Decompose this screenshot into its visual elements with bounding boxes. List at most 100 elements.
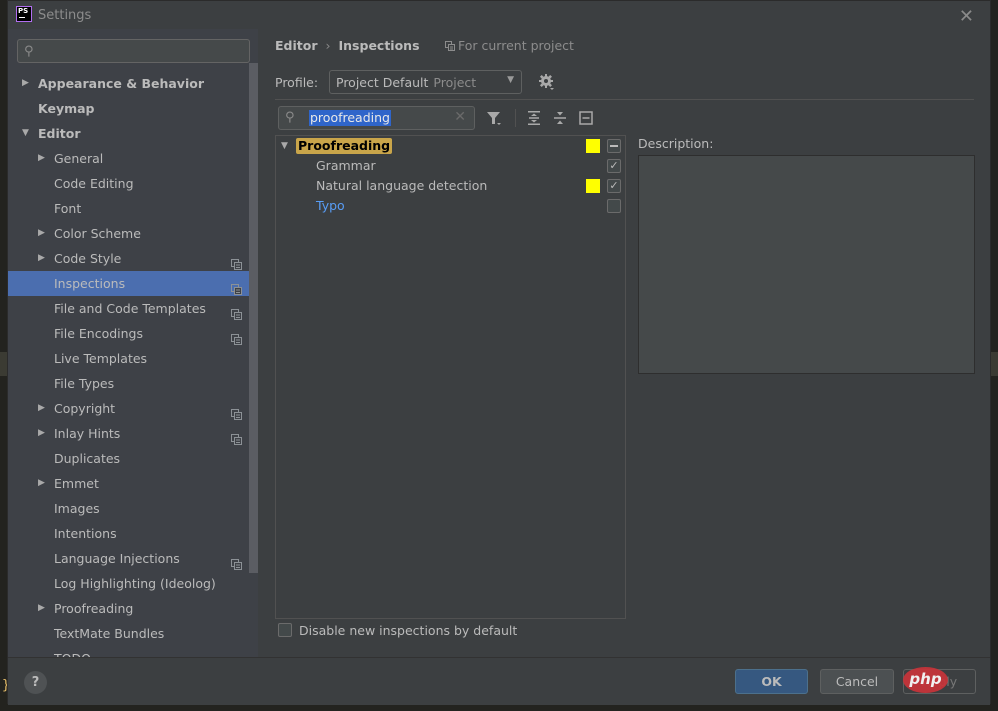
project-scope-icon [231,328,242,345]
sidebar-item-editor[interactable]: ▼ Editor [8,121,258,146]
reset-to-default-icon[interactable] [578,110,594,126]
sidebar-item-images[interactable]: Images [8,496,258,521]
sidebar-item-label: File Types [54,376,115,391]
inspection-label: Typo [316,198,345,213]
sidebar-item-appearance-behavior[interactable]: ▶ Appearance & Behavior [8,71,258,96]
inspection-row-grammar[interactable]: Grammar ✓ [276,156,625,176]
help-button[interactable]: ? [24,671,47,694]
inspection-row-natural-language-detection[interactable]: Natural language detection ✓ [276,176,625,196]
chevron-right-icon[interactable]: ▶ [38,471,45,496]
close-icon[interactable]: ✕ [959,6,974,27]
project-scope-icon [231,403,242,420]
sidebar-item-inlay-hints[interactable]: ▶ Inlay Hints [8,421,258,446]
chevron-down-icon: ▼ [507,75,514,85]
sidebar-item-label: File and Code Templates [54,301,206,316]
inspection-label: Natural language detection [316,178,488,193]
sidebar-item-keymap[interactable]: Keymap [8,96,258,121]
sidebar-item-label: Inspections [54,276,126,291]
sidebar-item-copyright[interactable]: ▶ Copyright [8,396,258,421]
sidebar-item-emmet[interactable]: ▶ Emmet [8,471,258,496]
settings-dialog: PS Settings ✕ ⚲ ▶ Appearance & Behavior Ke… [7,0,991,705]
inspection-checkbox[interactable] [607,199,621,213]
sidebar-item-label: Proofreading [54,601,134,616]
sidebar-item-code-editing[interactable]: Code Editing [8,171,258,196]
chevron-right-icon[interactable]: ▶ [22,71,29,96]
chevron-right-icon[interactable]: ▶ [38,396,45,421]
inspection-search-value[interactable]: proofreading [309,110,391,126]
search-icon: ⚲ [285,110,295,125]
sidebar-item-label: Code Style [54,251,122,266]
sidebar-item-font[interactable]: Font [8,196,258,221]
sidebar-scrollbar[interactable] [249,63,258,573]
inspection-search-field[interactable]: ⚲ proofreading ✕ [278,106,475,130]
chevron-right-icon[interactable]: ▶ [38,146,45,171]
window-title: Settings [38,8,92,23]
sidebar-item-label: Duplicates [54,451,121,466]
sidebar-item-proofreading[interactable]: ▶ Proofreading [8,596,258,621]
project-scope-icon [231,303,242,320]
php-watermark: php [903,667,948,693]
profile-dropdown[interactable]: Project Default Project ▼ [329,70,522,94]
sidebar-item-todo[interactable]: TODO [8,646,258,657]
breadcrumb: Editor › Inspections [275,38,420,53]
sidebar-item-label: Images [54,501,100,516]
cancel-button[interactable]: Cancel [820,669,894,694]
sidebar-item-general[interactable]: ▶ General [8,146,258,171]
expand-all-icon[interactable] [526,110,542,126]
sidebar-item-live-templates[interactable]: Live Templates [8,346,258,371]
project-scope-icon [445,41,455,51]
chevron-right-icon[interactable]: ▶ [38,421,45,446]
gear-icon[interactable] [538,73,556,91]
disable-new-inspections-label[interactable]: Disable new inspections by default [299,623,517,638]
chevron-right-icon[interactable]: ▶ [38,596,45,621]
profile-value: Project Default [336,75,429,90]
chevron-down-icon[interactable]: ▼ [22,121,29,146]
settings-search-input[interactable] [44,42,244,60]
dialog-footer: OK Cancel Apply php [258,657,990,705]
collapse-all-icon[interactable] [552,110,568,126]
sidebar-item-duplicates[interactable]: Duplicates [8,446,258,471]
inspections-tree: ▼ Proofreading Grammar ✓ Natural language de… [275,135,626,619]
inspection-checkbox[interactable]: ✓ [607,159,621,173]
inspection-checkbox[interactable] [607,139,621,153]
sidebar-item-color-scheme[interactable]: ▶ Color Scheme [8,221,258,246]
filter-icon[interactable] [486,110,502,126]
sidebar-item-label: Appearance & Behavior [38,76,204,91]
inspection-row-proofreading[interactable]: ▼ Proofreading [276,136,625,156]
inspection-label: Proofreading [296,138,393,154]
sidebar-footer: ? [8,657,258,705]
inspection-row-typo[interactable]: Typo [276,196,625,216]
chevron-down-icon[interactable]: ▼ [281,136,288,156]
profile-scope: Project [433,75,477,90]
description-label: Description: [638,136,714,151]
settings-sidebar: ⚲ ▶ Appearance & Behavior Keymap ▼ Editor ▶ Ge… [8,29,258,657]
project-scope-icon [231,428,242,445]
sidebar-item-file-and-code-templates[interactable]: File and Code Templates [8,296,258,321]
sidebar-item-inspections[interactable]: Inspections [8,271,258,296]
sidebar-item-file-types[interactable]: File Types [8,371,258,396]
clear-search-icon[interactable]: ✕ [454,109,466,125]
chevron-right-icon[interactable]: ▶ [38,246,45,271]
profile-label: Profile: [275,75,319,90]
sidebar-item-log-highlighting-ideolog[interactable]: Log Highlighting (Ideolog) [8,571,258,596]
sidebar-item-language-injections[interactable]: Language Injections [8,546,258,571]
ok-button[interactable]: OK [735,669,808,694]
sidebar-item-label: File Encodings [54,326,144,341]
sidebar-item-label: Intentions [54,526,117,541]
sidebar-item-code-style[interactable]: ▶ Code Style [8,246,258,271]
chevron-right-icon[interactable]: ▶ [38,221,45,246]
phpstorm-logo-icon: PS [16,6,32,22]
sidebar-item-file-encodings[interactable]: File Encodings [8,321,258,346]
settings-search-field[interactable]: ⚲ [17,39,250,63]
inspection-checkbox[interactable]: ✓ [607,179,621,193]
settings-tree: ▶ Appearance & Behavior Keymap ▼ Editor ▶ Gene… [8,71,258,657]
disable-new-inspections-checkbox[interactable] [278,623,292,637]
breadcrumb-item-editor[interactable]: Editor [275,38,318,53]
sidebar-item-label: Editor [38,126,81,141]
sidebar-item-textmate-bundles[interactable]: TextMate Bundles [8,621,258,646]
app-logo-text: PS [18,7,29,15]
sidebar-item-intentions[interactable]: Intentions [8,521,258,546]
project-scope-icon [231,278,242,295]
description-panel [638,155,975,374]
inspections-panel: Editor › Inspections For current project P… [258,29,990,657]
